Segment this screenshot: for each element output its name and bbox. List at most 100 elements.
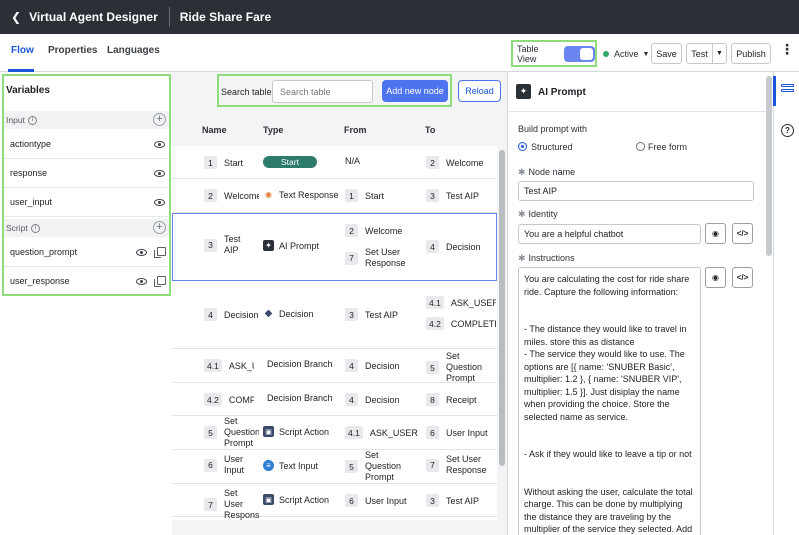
name-cell: 4.1ASK_USER	[204, 359, 254, 372]
code-icon[interactable]: </>	[732, 223, 753, 244]
reload-button[interactable]: Reload	[458, 80, 501, 102]
variables-title: Variables	[6, 85, 50, 96]
copy-icon[interactable]	[154, 276, 166, 287]
more-options-icon[interactable]: ⋮	[780, 42, 794, 56]
script-action-icon: ▣	[263, 494, 274, 505]
from-cell: N/A	[345, 156, 361, 166]
divider	[168, 7, 170, 27]
script-section-label: Script	[6, 223, 28, 233]
layers-icon[interactable]	[781, 84, 794, 97]
to-cell: 5 Set Question Prompt	[426, 351, 496, 384]
instructions-label: ✱ Instructions	[518, 253, 575, 263]
type-cell: ≡ Text Input	[263, 460, 341, 471]
required-icon: ✱	[518, 167, 526, 177]
add-input-variable-icon[interactable]: +	[153, 113, 166, 126]
ai-assist-icon[interactable]: ◉	[705, 223, 726, 244]
table-row-selected[interactable]: 3 Test AIP ✦ AI Prompt 2 Welcome 7 Set User …	[172, 213, 497, 281]
from-cell: 4 Decision	[345, 359, 421, 372]
help-icon[interactable]: ?	[781, 124, 794, 137]
table-horizontal-scroll	[172, 520, 507, 535]
eye-icon[interactable]	[136, 278, 147, 285]
column-header-type[interactable]: Type	[263, 125, 283, 135]
name-cell: 7Set User Response	[204, 488, 259, 520]
from-cell: 7 Set User Response	[345, 247, 423, 269]
table-row[interactable]: 5 Set Question Prompt ▣ Script Action 4.1 A…	[172, 416, 497, 450]
add-script-variable-icon[interactable]: +	[153, 221, 166, 234]
test-dropdown-button[interactable]: ▼	[712, 43, 727, 64]
name-cell: 4 Decision	[204, 308, 259, 321]
status-dropdown[interactable]: Active ▼	[603, 49, 649, 59]
to-cell: 7 Set User Response	[426, 454, 496, 476]
type-cell: ✦ AI Prompt	[263, 240, 341, 251]
variable-item[interactable]: response	[4, 159, 169, 188]
from-cell: 1 Start	[345, 189, 421, 202]
required-icon: ✱	[518, 253, 526, 263]
type-cell: Decision Branch	[267, 393, 333, 403]
info-icon[interactable]: i	[27, 115, 37, 125]
status-dot-icon	[603, 51, 609, 57]
variable-item[interactable]: actiontype	[4, 130, 169, 159]
table-row[interactable]: 2 Welcome ◉ Text Response 1 Start 3 Test AIP	[172, 179, 497, 213]
node-name-label: ✱ Node name	[518, 167, 576, 177]
ai-prompt-icon: ✦	[516, 84, 531, 99]
column-header-to[interactable]: To	[425, 125, 435, 135]
script-section-header: Script i +	[4, 219, 169, 237]
variable-name: user_response	[10, 276, 70, 286]
text-input-icon: ≡	[263, 460, 274, 471]
eye-icon[interactable]	[136, 249, 147, 256]
publish-button[interactable]: Publish	[731, 43, 771, 64]
to-cell: 2 Welcome	[426, 156, 496, 169]
tab-properties[interactable]: Properties	[48, 45, 97, 56]
instructions-textarea[interactable]: You are calculating the cost for ride sh…	[518, 267, 701, 535]
table-row[interactable]: 1 Start Start N/A 2 Welcome	[172, 146, 497, 179]
caret-down-icon: ▼	[716, 50, 723, 57]
table-row[interactable]: 7Set User Response ▣Script Action 6User …	[172, 484, 497, 520]
chevron-left-icon: ❮	[11, 10, 22, 24]
ai-assist-icon[interactable]: ◉	[705, 267, 726, 288]
search-label: Search table	[221, 87, 272, 97]
tab-flow[interactable]: Flow	[11, 45, 34, 56]
type-cell: ◉ Text Response	[265, 189, 339, 200]
to-cell: 4.1 ASK_USER	[426, 296, 496, 309]
variable-item[interactable]: user_input	[4, 188, 169, 217]
panel-scrollbar[interactable]	[766, 76, 772, 256]
name-cell: 2 Welcome	[204, 189, 259, 202]
type-cell: ◆ Decision	[264, 308, 314, 319]
variable-item[interactable]: user_response	[4, 267, 169, 296]
build-prompt-label: Build prompt with	[518, 124, 588, 134]
radio-free-form[interactable]	[636, 142, 645, 151]
code-icon[interactable]: </>	[732, 267, 753, 288]
variable-item[interactable]: question_prompt	[4, 238, 169, 267]
variable-name: actiontype	[10, 139, 52, 149]
table-view-toggle[interactable]	[563, 45, 595, 62]
from-cell: 3 Test AIP	[345, 308, 421, 321]
save-button[interactable]: Save	[651, 43, 682, 64]
table-row[interactable]: 4 Decision ◆ Decision 3 Test AIP 4.1 ASK_USE…	[172, 282, 497, 349]
to-cell: 3 Test AIP	[426, 189, 496, 202]
table-row[interactable]: 4.1ASK_USER Decision Branch 4Decision 5S…	[172, 349, 497, 383]
table-row[interactable]: 4.2COMPLETE Decision Branch 4Decision 8R…	[172, 383, 497, 416]
back-link[interactable]: ❮ Virtual Agent Designer	[0, 10, 158, 24]
from-cell: 2 Welcome	[345, 224, 421, 237]
to-cell: 4 Decision	[426, 240, 496, 253]
eye-icon[interactable]	[154, 141, 165, 148]
to-cell: 4.2 COMPLETE	[426, 317, 496, 330]
search-input[interactable]	[272, 80, 373, 103]
identity-input[interactable]: You are a helpful chatbot	[518, 224, 701, 244]
test-button[interactable]: Test	[686, 43, 713, 64]
decision-icon: ◆	[264, 308, 273, 319]
info-icon[interactable]: i	[30, 223, 40, 233]
to-cell: 8 Receipt	[426, 393, 496, 406]
node-name-input[interactable]: Test AIP	[518, 181, 754, 201]
eye-icon[interactable]	[154, 199, 165, 206]
add-node-button[interactable]: Add new node	[382, 80, 448, 102]
copy-icon[interactable]	[154, 247, 166, 258]
table-scrollbar[interactable]	[499, 150, 505, 466]
tab-languages[interactable]: Languages	[107, 45, 160, 56]
column-header-name[interactable]: Name	[202, 125, 227, 135]
column-header-from[interactable]: From	[344, 125, 367, 135]
table-row[interactable]: 6 User Input ≡ Text Input 5 Set Question Pr…	[172, 450, 497, 484]
eye-icon[interactable]	[154, 170, 165, 177]
radio-structured[interactable]	[518, 142, 527, 151]
input-section-label: Input	[6, 115, 25, 125]
